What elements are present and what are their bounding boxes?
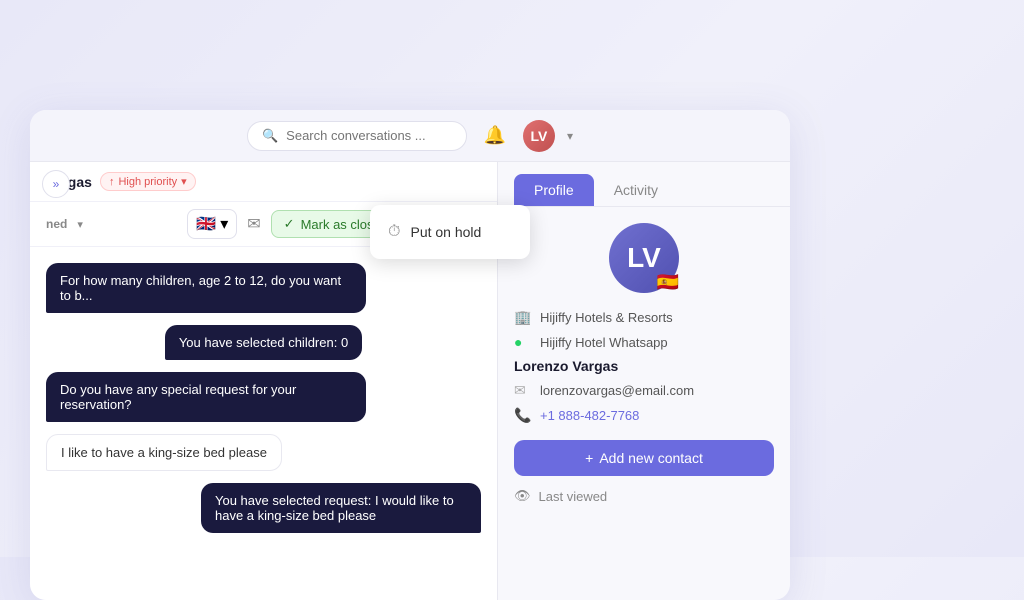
tab-profile[interactable]: Profile [514, 174, 594, 206]
profile-name: Lorenzo Vargas [514, 358, 618, 374]
priority-label: High priority [118, 176, 177, 188]
email-address: lorenzovargas@email.com [540, 383, 694, 398]
company-name: Hijiffy Hotels & Resorts [540, 310, 673, 325]
bell-icon: 🔔 [484, 125, 506, 146]
priority-arrow-icon: ↑ [109, 176, 115, 188]
phone-row: 📞 +1 888-482-7768 [514, 407, 774, 424]
collapse-sidebar-button[interactable]: » [42, 170, 70, 198]
country-flag-badge: 🇪🇸 [657, 272, 679, 293]
message-3: Do you have any special request for your… [46, 372, 366, 422]
top-bar: 🔍 🔔 LV ▾ [30, 110, 790, 162]
search-icon: 🔍 [262, 128, 278, 144]
add-contact-button[interactable]: + Add new contact [514, 440, 774, 476]
profile-info: 🏢 Hijiffy Hotels & Resorts ● Hijiffy Hot… [514, 309, 774, 504]
email-icon: ✉ [514, 382, 532, 399]
status-label: ned [46, 217, 67, 231]
flag-chevron-icon: ▾ [220, 214, 228, 234]
search-bar[interactable]: 🔍 [247, 121, 467, 151]
name-row: Lorenzo Vargas [514, 358, 774, 374]
email-row: ✉ lorenzovargas@email.com [514, 382, 774, 399]
language-flag-button[interactable]: 🇬🇧 ▾ [187, 209, 237, 239]
priority-chevron-icon: ▾ [181, 175, 187, 188]
clock-icon: ⏱ [388, 223, 400, 241]
last-viewed-row: 👁 Last viewed [514, 488, 774, 504]
put-on-hold-item[interactable]: ⏱ Put on hold [370, 213, 530, 251]
whatsapp-icon: ● [514, 334, 532, 350]
last-viewed-label: Last viewed [539, 489, 608, 504]
put-on-hold-label: Put on hold [410, 224, 481, 240]
bell-button[interactable]: 🔔 [479, 120, 511, 152]
chat-header: Vargas ↑ High priority ▾ [30, 162, 497, 202]
chevron-down-icon[interactable]: ▾ [567, 129, 573, 143]
app-window: 🔍 🔔 LV ▾ » Vargas ↑ High priority ▾ ned … [30, 110, 790, 600]
phone-number[interactable]: +1 888-482-7768 [540, 408, 639, 423]
profile-tabs: Profile Activity [498, 162, 790, 207]
email-icon[interactable]: ✉ [247, 214, 260, 234]
eye-icon: 👁 [514, 488, 531, 504]
company-row: 🏢 Hijiffy Hotels & Resorts [514, 309, 774, 326]
priority-badge[interactable]: ↑ High priority ▾ [100, 172, 196, 191]
plus-icon: + [585, 450, 593, 466]
phone-icon: 📞 [514, 407, 532, 424]
checkmark-icon: ✓ [284, 216, 295, 232]
right-panel: Profile Activity LV 🇪🇸 🏢 Hijiffy Hotels … [498, 162, 790, 600]
add-contact-label: Add new contact [599, 450, 703, 466]
chevron-down-icon[interactable]: ▾ [77, 218, 83, 231]
channel-row: ● Hijiffy Hotel Whatsapp [514, 334, 774, 350]
building-icon: 🏢 [514, 309, 532, 326]
message-4: I like to have a king-size bed please [46, 434, 282, 471]
profile-avatar: LV 🇪🇸 [609, 223, 679, 293]
avatar[interactable]: LV [523, 120, 555, 152]
message-2: You have selected children: 0 [165, 325, 362, 360]
tab-activity[interactable]: Activity [594, 174, 678, 206]
search-input[interactable] [286, 128, 436, 143]
chat-messages: For how many children, age 2 to 12, do y… [30, 247, 497, 595]
message-1: For how many children, age 2 to 12, do y… [46, 263, 366, 313]
profile-content: LV 🇪🇸 🏢 Hijiffy Hotels & Resorts ● Hijif… [498, 207, 790, 520]
channel-name: Hijiffy Hotel Whatsapp [540, 335, 668, 350]
dropdown-menu: ⏱ Put on hold [370, 205, 530, 259]
message-5: You have selected request: I would like … [201, 483, 481, 533]
flag-icon: 🇬🇧 [196, 214, 216, 234]
